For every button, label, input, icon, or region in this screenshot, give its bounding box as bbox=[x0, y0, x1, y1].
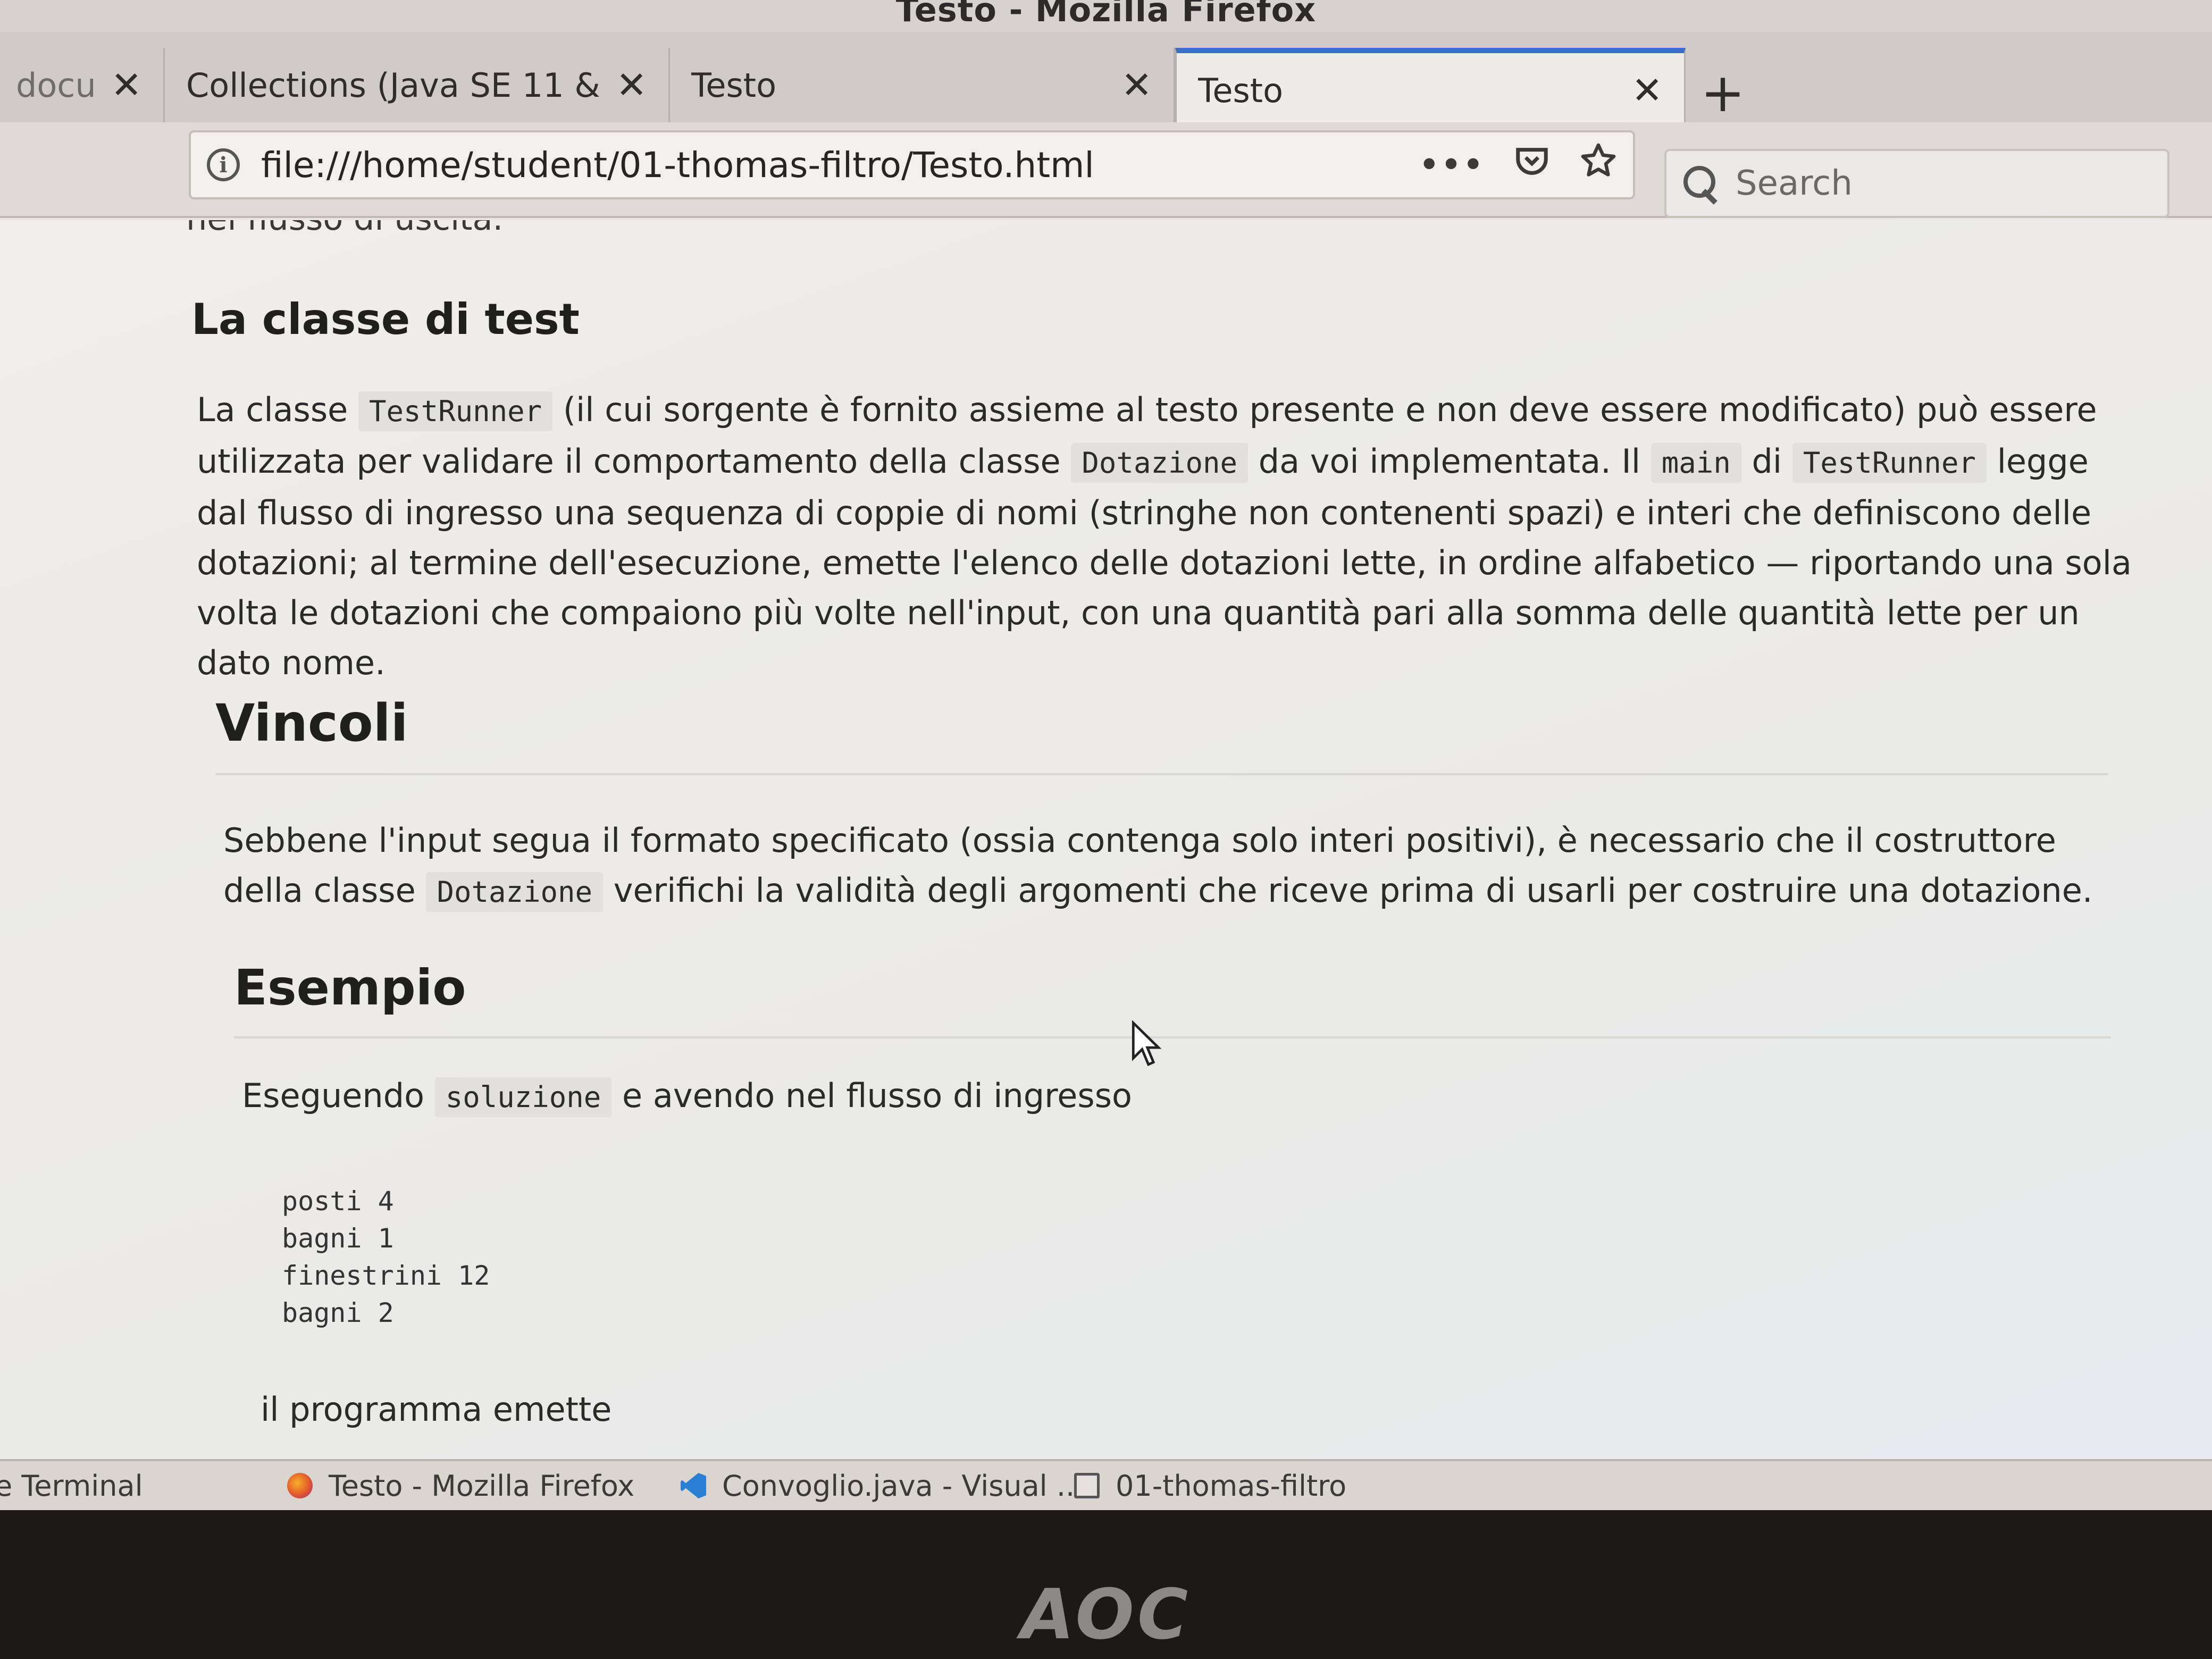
close-icon[interactable]: ✕ bbox=[111, 63, 142, 107]
text: e avendo nel flusso di ingresso bbox=[622, 1076, 1132, 1115]
code-line: bagni 1 bbox=[282, 1223, 394, 1254]
tab-docum[interactable]: docum ✕ bbox=[0, 48, 165, 122]
heading-rule bbox=[215, 773, 2108, 775]
taskbar-label: e Terminal bbox=[0, 1469, 143, 1503]
taskbar: e Terminal Testo - Mozilla Firefox Convo… bbox=[0, 1459, 2212, 1510]
search-input[interactable] bbox=[1736, 164, 2150, 203]
more-actions-icon[interactable]: ••• bbox=[1418, 143, 1484, 187]
close-icon[interactable]: ✕ bbox=[1121, 63, 1152, 107]
pocket-icon[interactable] bbox=[1513, 142, 1551, 188]
mouse-cursor-icon bbox=[1132, 1020, 1162, 1067]
taskbar-label: 01-thomas-filtro bbox=[1116, 1469, 1347, 1503]
info-icon[interactable]: i bbox=[207, 148, 240, 181]
taskbar-item-vscode[interactable]: Convoglio.java - Visual ... bbox=[681, 1469, 1084, 1503]
code-line: bagni 2 bbox=[282, 1297, 394, 1328]
search-icon bbox=[1682, 165, 1720, 202]
cut-off-text: nel flusso di uscita. bbox=[186, 220, 503, 238]
screen: Testo - Mozilla Firefox docum ✕ Collecti… bbox=[0, 0, 2212, 1510]
navigation-bar: i file:///home/student/01-thomas-filtro/… bbox=[0, 122, 2212, 218]
taskbar-item-firefox[interactable]: Testo - Mozilla Firefox bbox=[287, 1469, 634, 1503]
text: La classe bbox=[197, 390, 348, 429]
code-soluzione: soluzione bbox=[434, 1077, 612, 1117]
tab-label: Testo bbox=[691, 65, 777, 105]
text: verifichi la validità degli argomenti ch… bbox=[613, 871, 2093, 910]
paragraph-test-class: La classe TestRunner (il cui sorgente è … bbox=[197, 385, 2143, 688]
heading-test-class: La classe di test bbox=[191, 295, 580, 344]
code-line: finestrini 12 bbox=[282, 1260, 490, 1291]
url-bar[interactable]: i file:///home/student/01-thomas-filtro/… bbox=[189, 130, 1635, 199]
taskbar-item-folder[interactable]: 01-thomas-filtro bbox=[1074, 1469, 1346, 1503]
url-text[interactable]: file:///home/student/01-thomas-filtro/Te… bbox=[261, 145, 1389, 186]
tab-label: Testo bbox=[1198, 71, 1284, 110]
code-testrunner: TestRunner bbox=[1792, 443, 1987, 483]
tab-label: docum bbox=[16, 65, 95, 105]
folder-icon bbox=[1074, 1473, 1100, 1498]
window-titlebar: Testo - Mozilla Firefox bbox=[0, 0, 2212, 32]
code-testrunner: TestRunner bbox=[358, 391, 553, 431]
taskbar-item-terminal[interactable]: e Terminal bbox=[0, 1469, 143, 1503]
code-main: main bbox=[1650, 443, 1741, 483]
vscode-icon bbox=[681, 1473, 706, 1498]
tab-label: Collections (Java SE 11 & JD bbox=[186, 65, 600, 105]
page-content: nel flusso di uscita. La classe di test … bbox=[0, 220, 2212, 1459]
monitor-brand-logo: AOC bbox=[1020, 1574, 1192, 1655]
input-code-block: posti 4 bagni 1 finestrini 12 bagni 2 bbox=[276, 1172, 2084, 1363]
code-dotazione: Dotazione bbox=[426, 872, 604, 912]
text: di bbox=[1752, 442, 1782, 481]
paragraph-vincoli: Sebbene l'input segua il formato specifi… bbox=[223, 816, 2116, 917]
paragraph-esempio: Eseguendo soluzione e avendo nel flusso … bbox=[242, 1071, 2103, 1122]
paragraph-output-intro: il programma emette bbox=[261, 1390, 612, 1429]
taskbar-label: Testo - Mozilla Firefox bbox=[329, 1469, 635, 1503]
tab-testo[interactable]: Testo ✕ bbox=[670, 48, 1175, 122]
heading-rule bbox=[234, 1036, 2111, 1038]
heading-vincoli: Vincoli bbox=[215, 693, 408, 753]
close-icon[interactable]: ✕ bbox=[1631, 69, 1663, 112]
firefox-icon bbox=[287, 1473, 313, 1498]
tab-strip: docum ✕ Collections (Java SE 11 & JD ✕ T… bbox=[0, 32, 2212, 128]
close-icon[interactable]: ✕ bbox=[616, 63, 647, 107]
code-dotazione: Dotazione bbox=[1071, 443, 1249, 483]
new-tab-button[interactable]: + bbox=[1691, 61, 1755, 125]
url-actions: ••• bbox=[1389, 142, 1617, 188]
bookmark-star-icon[interactable] bbox=[1580, 142, 1617, 188]
search-box[interactable] bbox=[1664, 149, 2169, 218]
window-title: Testo - Mozilla Firefox bbox=[895, 0, 1317, 29]
code-line: posti 4 bbox=[282, 1186, 394, 1217]
heading-esempio: Esempio bbox=[234, 959, 466, 1016]
tab-testo-active[interactable]: Testo ✕ bbox=[1175, 48, 1686, 128]
text: Eseguendo bbox=[242, 1076, 424, 1115]
taskbar-label: Convoglio.java - Visual ... bbox=[722, 1469, 1084, 1503]
tab-collections[interactable]: Collections (Java SE 11 & JD ✕ bbox=[165, 48, 670, 122]
text: da voi implementata. Il bbox=[1258, 442, 1641, 481]
